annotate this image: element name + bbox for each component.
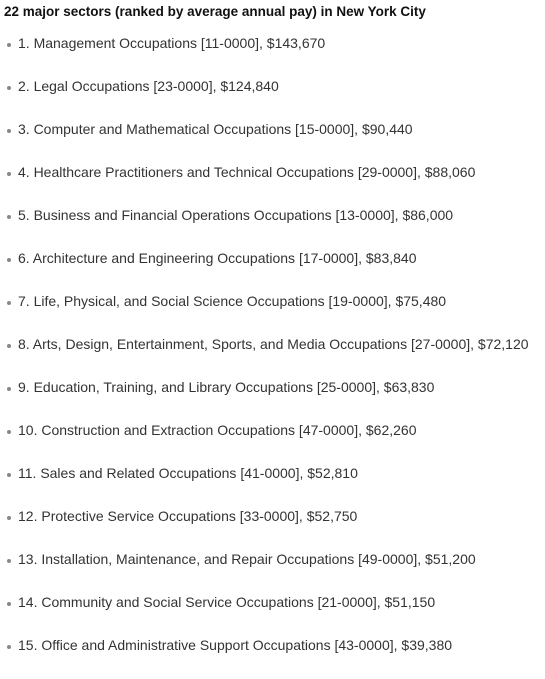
list-heading: 22 major sectors (ranked by average annu… [4,4,426,19]
sector-list: 1. Management Occupations [11-0000], $14… [0,34,529,679]
bullet-icon [7,387,11,391]
list-item: 8. Arts, Design, Entertainment, Sports, … [0,335,529,378]
list-item: 9. Education, Training, and Library Occu… [0,378,529,421]
bullet-icon [7,430,11,434]
list-item-text: 8. Arts, Design, Entertainment, Sports, … [18,336,529,352]
list-item-text: 12. Protective Service Occupations [33-0… [18,508,358,524]
list-item-text: 15. Office and Administrative Support Oc… [18,637,453,653]
list-item-text: 5. Business and Financial Operations Occ… [18,207,454,223]
bullet-icon [7,172,11,176]
bullet-icon [7,301,11,305]
list-item-text: 9. Education, Training, and Library Occu… [18,379,435,395]
list-item: 11. Sales and Related Occupations [41-00… [0,464,529,507]
list-item-text: 13. Installation, Maintenance, and Repai… [18,551,476,567]
bullet-icon [7,602,11,606]
bullet-icon [7,86,11,90]
bullet-icon [7,559,11,563]
list-item: 13. Installation, Maintenance, and Repai… [0,550,529,593]
bullet-icon [7,645,11,649]
list-item-text: 14. Community and Social Service Occupat… [18,594,436,610]
list-item: 10. Construction and Extraction Occupati… [0,421,529,464]
bullet-icon [7,344,11,348]
bullet-icon [7,43,11,47]
list-item: 5. Business and Financial Operations Occ… [0,206,529,249]
list-item: 4. Healthcare Practitioners and Technica… [0,163,529,206]
list-item-text: 6. Architecture and Engineering Occupati… [18,250,417,266]
list-item: 15. Office and Administrative Support Oc… [0,636,529,679]
list-item-text: 1. Management Occupations [11-0000], $14… [18,35,326,51]
bullet-icon [7,215,11,219]
list-item: 14. Community and Social Service Occupat… [0,593,529,636]
list-item: 6. Architecture and Engineering Occupati… [0,249,529,292]
bullet-icon [7,129,11,133]
bullet-icon [7,258,11,262]
list-item: 12. Protective Service Occupations [33-0… [0,507,529,550]
list-item-text: 2. Legal Occupations [23-0000], $124,840 [18,78,279,94]
list-item: 2. Legal Occupations [23-0000], $124,840 [0,77,529,120]
list-item-text: 3. Computer and Mathematical Occupations… [18,121,413,137]
list-item: 1. Management Occupations [11-0000], $14… [0,34,529,77]
list-item-text: 4. Healthcare Practitioners and Technica… [18,164,476,180]
list-item-text: 10. Construction and Extraction Occupati… [18,422,417,438]
list-item: 7. Life, Physical, and Social Science Oc… [0,292,529,335]
list-item-text: 11. Sales and Related Occupations [41-00… [18,465,358,481]
list-item-text: 7. Life, Physical, and Social Science Oc… [18,293,447,309]
bullet-icon [7,473,11,477]
list-item: 3. Computer and Mathematical Occupations… [0,120,529,163]
bullet-icon [7,516,11,520]
